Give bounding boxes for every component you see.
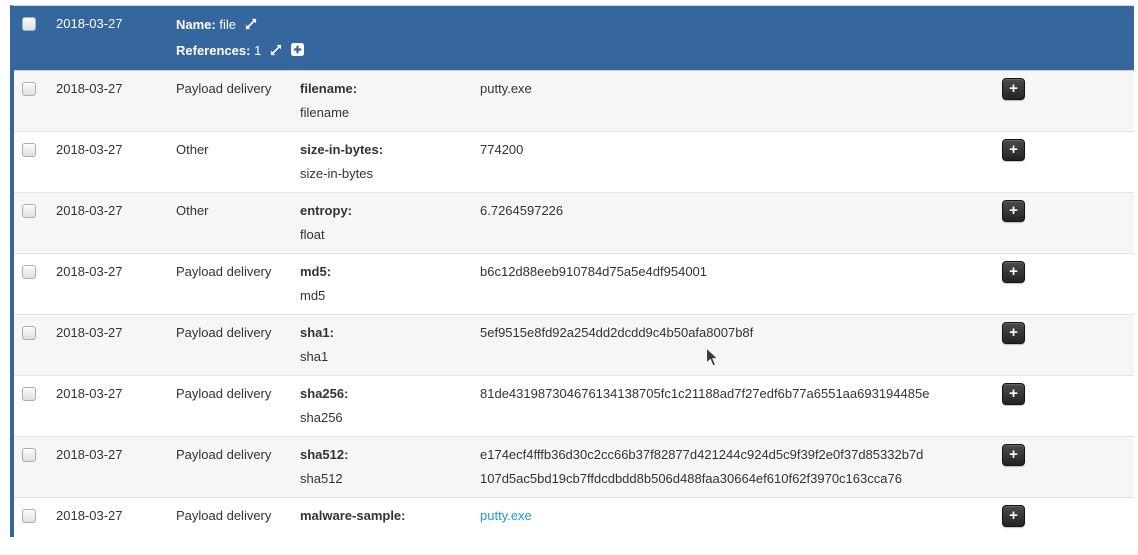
attribute-category: Other bbox=[176, 199, 300, 247]
add-attribute-button[interactable]: + bbox=[1002, 78, 1025, 100]
attribute-date: 2018-03-27 bbox=[56, 504, 176, 531]
object-header-row: 2018-03-27 Name: file References: bbox=[14, 6, 1134, 70]
attribute-date: 2018-03-27 bbox=[56, 199, 176, 247]
attribute-type-label: entropy: bbox=[300, 199, 480, 223]
attribute-date: 2018-03-27 bbox=[56, 382, 176, 430]
attribute-type-label: md5: bbox=[300, 260, 480, 284]
add-attribute-button[interactable]: + bbox=[1002, 261, 1025, 283]
object-references-line: References: 1 bbox=[176, 38, 1134, 64]
attribute-value: b6c12d88eeb910784d75a5e4df954001 bbox=[480, 260, 930, 308]
attribute-row: 2018-03-27 Payload delivery sha256: sha2… bbox=[14, 375, 1134, 436]
attribute-type-label: malware-sample: bbox=[300, 504, 480, 528]
attribute-object-relation: float bbox=[300, 223, 480, 247]
attribute-type-label: size-in-bytes: bbox=[300, 138, 480, 162]
attribute-object-relation: filename bbox=[300, 101, 480, 125]
add-attribute-button[interactable]: + bbox=[1002, 322, 1025, 344]
attribute-row: 2018-03-27 Payload delivery sha1: sha1 5… bbox=[14, 314, 1134, 375]
attribute-object-relation: sha512 bbox=[300, 467, 480, 491]
attribute-category: Other bbox=[176, 138, 300, 186]
attribute-date: 2018-03-27 bbox=[56, 77, 176, 125]
add-attribute-button[interactable]: + bbox=[1002, 139, 1025, 161]
add-attribute-button[interactable]: + bbox=[1002, 505, 1025, 527]
attribute-date: 2018-03-27 bbox=[56, 138, 176, 186]
attribute-object-relation: size-in-bytes bbox=[300, 162, 480, 186]
attributes-page: 2018-03-27 Name: file References: bbox=[0, 0, 1138, 555]
attribute-category: Payload delivery bbox=[176, 382, 300, 430]
attribute-row: 2018-03-27 Payload delivery filename: fi… bbox=[14, 70, 1134, 131]
row-checkbox[interactable] bbox=[22, 387, 36, 401]
attribute-date: 2018-03-27 bbox=[56, 443, 176, 491]
attribute-value: 81de431987304676134138705fc1c21188ad7f27… bbox=[480, 382, 930, 430]
attribute-category: Payload delivery bbox=[176, 77, 300, 125]
row-checkbox[interactable] bbox=[22, 143, 36, 157]
attribute-value: 5ef9515e8fd92a254dd2dcdd9c4b50afa8007b8f bbox=[480, 321, 930, 369]
object-checkbox[interactable] bbox=[22, 17, 36, 31]
object-date: 2018-03-27 bbox=[56, 12, 176, 64]
plus-square-icon[interactable] bbox=[291, 39, 304, 64]
row-checkbox[interactable] bbox=[22, 265, 36, 279]
attribute-value: putty.exe bbox=[480, 77, 930, 125]
attribute-row: 2018-03-27 Other size-in-bytes: size-in-… bbox=[14, 131, 1134, 192]
add-attribute-button[interactable]: + bbox=[1002, 444, 1025, 466]
attribute-object-relation: sha1 bbox=[300, 345, 480, 369]
row-checkbox[interactable] bbox=[22, 448, 36, 462]
attribute-date: 2018-03-27 bbox=[56, 321, 176, 369]
references-count: 1 bbox=[254, 43, 261, 58]
expand-arrows-icon[interactable] bbox=[245, 13, 257, 38]
attribute-object-relation: sha256 bbox=[300, 406, 480, 430]
attribute-row: 2018-03-27 Payload delivery sha512: sha5… bbox=[14, 436, 1134, 497]
object-attributes-table: 2018-03-27 Name: file References: bbox=[10, 5, 1134, 537]
attribute-type-label: sha1: bbox=[300, 321, 480, 345]
references-label: References: bbox=[176, 43, 250, 58]
attribute-type-label: sha512: bbox=[300, 443, 480, 467]
object-name-label: Name: bbox=[176, 17, 216, 32]
attribute-type-label: sha256: bbox=[300, 382, 480, 406]
malware-sample-link[interactable]: putty.exe bbox=[480, 508, 532, 523]
attribute-category: Payload delivery bbox=[176, 443, 300, 491]
expand-arrows-icon[interactable] bbox=[270, 39, 282, 64]
attribute-object-relation: md5 bbox=[300, 284, 480, 308]
attribute-row: 2018-03-27 Other entropy: float 6.726459… bbox=[14, 192, 1134, 253]
attribute-value: 6.7264597226 bbox=[480, 199, 930, 247]
attribute-row: 2018-03-27 Payload delivery malware-samp… bbox=[14, 497, 1134, 537]
attribute-date: 2018-03-27 bbox=[56, 260, 176, 308]
attribute-category: Payload delivery bbox=[176, 260, 300, 308]
attribute-category: Payload delivery bbox=[176, 321, 300, 369]
row-checkbox[interactable] bbox=[22, 509, 36, 523]
attribute-value: 774200 bbox=[480, 138, 930, 186]
attribute-type-label: filename: bbox=[300, 77, 480, 101]
add-attribute-button[interactable]: + bbox=[1002, 383, 1025, 405]
attribute-category: Payload delivery bbox=[176, 504, 300, 531]
attribute-row: 2018-03-27 Payload delivery md5: md5 b6c… bbox=[14, 253, 1134, 314]
row-checkbox[interactable] bbox=[22, 326, 36, 340]
object-name-line: Name: file bbox=[176, 12, 1134, 38]
attribute-value: e174ecf4fffb36d30c2cc66b37f82877d421244c… bbox=[480, 443, 930, 491]
object-name-value: file bbox=[219, 17, 236, 32]
add-attribute-button[interactable]: + bbox=[1002, 200, 1025, 222]
row-checkbox[interactable] bbox=[22, 82, 36, 96]
row-checkbox[interactable] bbox=[22, 204, 36, 218]
